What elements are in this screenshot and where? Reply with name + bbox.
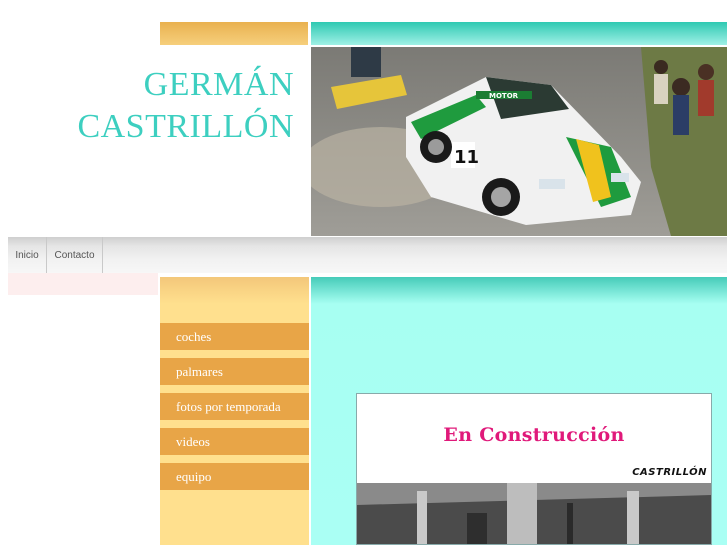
top-nav: Inicio Contacto — [8, 237, 727, 273]
construction-logo: CASTRILLÓN — [632, 467, 707, 478]
car-number: 11 — [454, 147, 479, 168]
menu-item-coches[interactable]: coches — [160, 323, 309, 350]
sidebar: coches palmares fotos por temporada vide… — [160, 277, 309, 545]
car-sponsor-text: MOTOR — [489, 92, 519, 100]
warehouse-image — [357, 483, 711, 544]
rally-car-image: MOTOR 11 — [311, 47, 727, 236]
nav-link-contacto[interactable]: Contacto — [47, 237, 103, 273]
construction-photo — [357, 483, 711, 544]
nav-underbar — [8, 273, 158, 295]
menu-item-videos[interactable]: videos — [160, 428, 309, 455]
header-teal-bar — [311, 22, 727, 45]
header-orange-bar — [160, 22, 308, 45]
nav-link-inicio[interactable]: Inicio — [8, 237, 47, 273]
site-title-line2: CASTRILLÓN — [77, 108, 294, 145]
menu-item-palmares[interactable]: palmares — [160, 358, 309, 385]
hero-rally-photo: MOTOR 11 — [311, 47, 727, 236]
under-construction-banner: En Construcción CASTRILLÓN — [356, 393, 712, 545]
menu-item-equipo[interactable]: equipo — [160, 463, 309, 490]
site-title-line1: GERMÁN — [143, 66, 294, 103]
site-title: GERMÁN CASTRILLÓN — [60, 64, 294, 148]
menu-item-fotos-por-temporada[interactable]: fotos por temporada — [160, 393, 309, 420]
construction-text: En Construcción — [443, 424, 625, 446]
